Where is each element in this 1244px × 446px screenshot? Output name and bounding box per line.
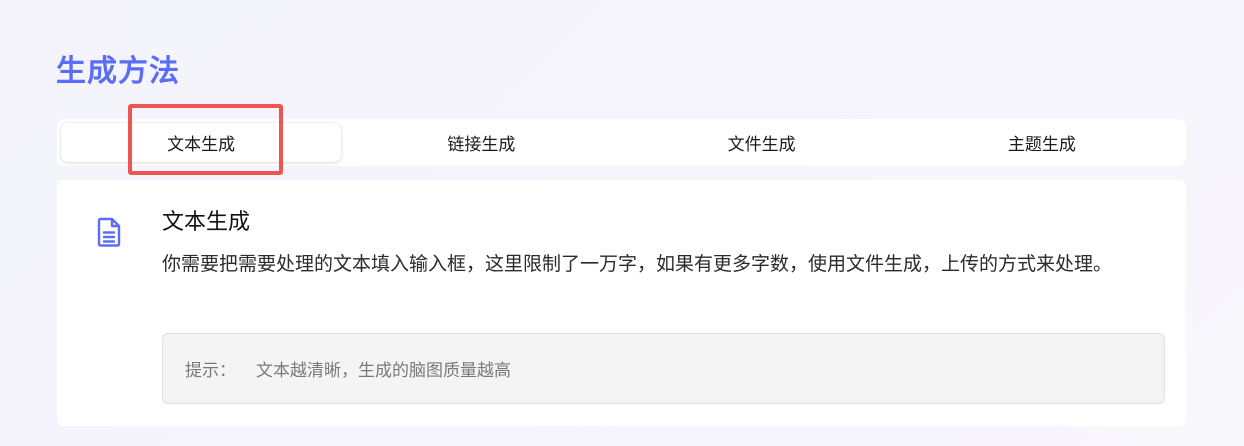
tab-link-generation[interactable]: 链接生成 <box>341 123 621 162</box>
method-description-card: 文本生成 你需要把需要处理的文本填入输入框，这里限制了一万字，如果有更多字数，使… <box>57 180 1186 426</box>
tab-text-generation[interactable]: 文本生成 <box>61 123 342 162</box>
page: 生成方法 文本生成 链接生成 文件生成 主题生成 文本生成 你需要把需要处理的文… <box>0 0 1244 446</box>
hint-box: 提示： 文本越清晰，生成的脑图质量越高 <box>162 333 1165 404</box>
tab-topic-generation[interactable]: 主题生成 <box>902 123 1182 162</box>
hint-label: 提示： <box>185 361 236 381</box>
card-title: 文本生成 <box>162 210 251 235</box>
generation-method-tabs: 文本生成 链接生成 文件生成 主题生成 <box>57 119 1186 166</box>
hint-text: 文本越清晰，生成的脑图质量越高 <box>256 361 511 381</box>
tab-file-generation[interactable]: 文件生成 <box>622 123 902 162</box>
card-description: 你需要把需要处理的文本填入输入框，这里限制了一万字，如果有更多字数，使用文件生成… <box>162 253 1113 275</box>
section-title: 生成方法 <box>56 54 180 89</box>
document-icon <box>95 216 123 248</box>
